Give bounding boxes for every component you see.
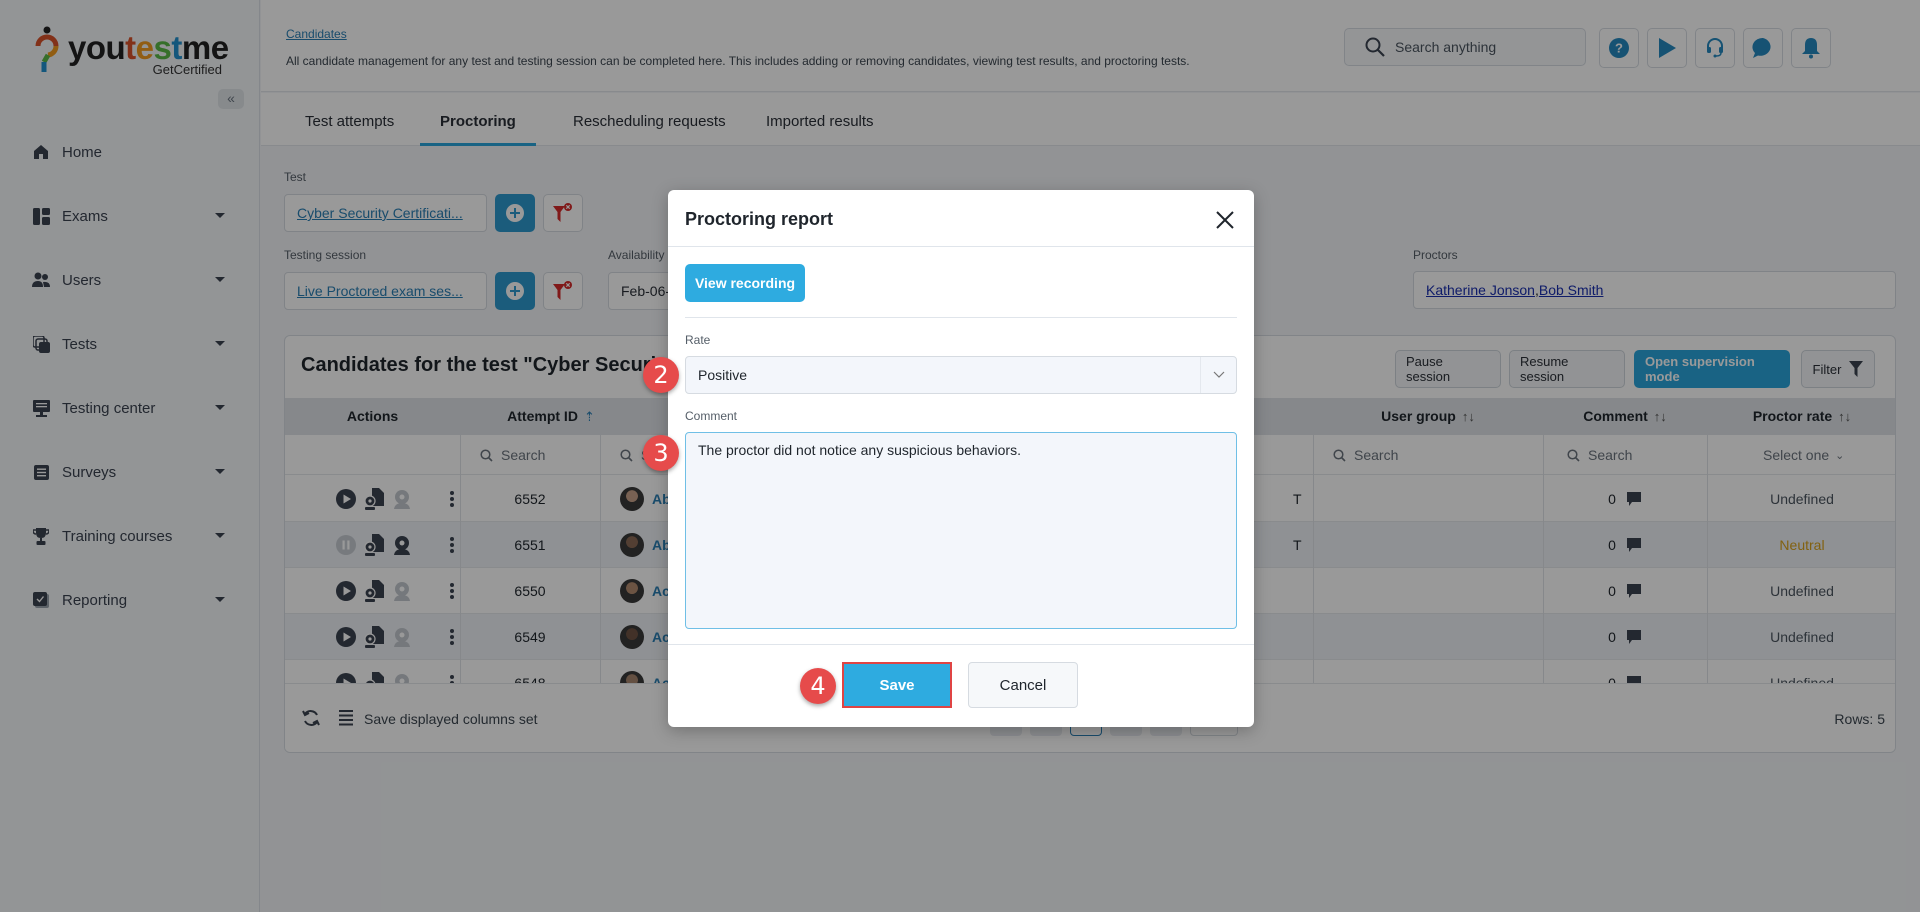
divider xyxy=(668,644,1254,645)
step-marker-3: 3 xyxy=(643,435,679,471)
rate-label: Rate xyxy=(685,333,711,347)
divider xyxy=(668,246,1254,247)
step-marker-2: 2 xyxy=(643,357,679,393)
rate-value: Positive xyxy=(698,367,748,383)
comment-textarea[interactable]: The proctor did not notice any suspiciou… xyxy=(685,432,1237,629)
comment-label: Comment xyxy=(685,409,738,423)
close-icon[interactable] xyxy=(1213,208,1237,232)
divider xyxy=(685,317,1237,318)
step-marker-4: 4 xyxy=(800,668,836,704)
dialog-title: Proctoring report xyxy=(685,209,834,229)
save-button[interactable]: Save xyxy=(842,662,952,708)
rate-select[interactable]: Positive xyxy=(685,356,1237,394)
chevron-down-icon xyxy=(1200,357,1236,393)
proctoring-report-dialog: Proctoring report View recording Rate Po… xyxy=(668,190,1254,727)
view-recording-button[interactable]: View recording xyxy=(685,264,805,302)
cancel-button[interactable]: Cancel xyxy=(968,662,1078,708)
